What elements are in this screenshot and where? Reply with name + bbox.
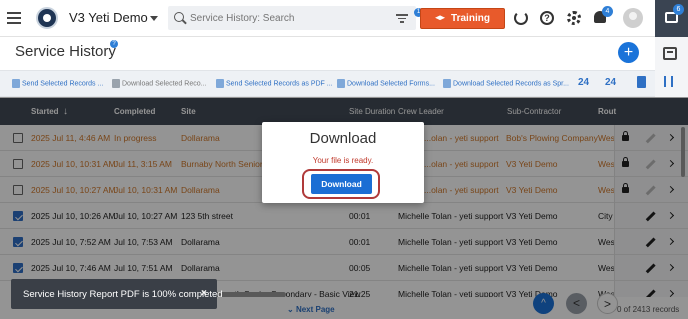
graduation-cap-icon (435, 15, 446, 21)
close-icon[interactable]: × (201, 288, 207, 299)
notification-count-badge: 4 (602, 6, 613, 17)
toast-message: Service History Report PDF is 100% compl… (23, 289, 223, 300)
search-icon (174, 12, 184, 22)
columns-icon[interactable] (664, 76, 673, 87)
filter-icon[interactable] (396, 14, 408, 23)
tool-label: Send Selected Records as PDF ... (226, 80, 333, 88)
chevron-down-icon[interactable] (150, 16, 158, 21)
download-records-spreadsheet-button[interactable]: Download Selected Records as Spr... (443, 79, 569, 88)
info-icon[interactable]: ? (110, 40, 118, 48)
help-icon[interactable]: ? (540, 11, 554, 25)
tool-label: Download Selected Records as Spr... (453, 80, 569, 88)
send-records-pdf-button[interactable]: Send Selected Records as PDF ... (216, 79, 333, 88)
app-title[interactable]: V3 Yeti Demo (69, 10, 148, 25)
calculator-icon[interactable] (663, 47, 677, 60)
dialog-title: Download (309, 130, 377, 147)
download-button[interactable]: Download (311, 174, 372, 194)
tool-label: Send Selected Records ... (22, 80, 104, 88)
chat-count-badge: 6 (673, 4, 684, 15)
avatar[interactable] (623, 8, 643, 28)
right-rail (655, 37, 688, 97)
refresh-icon[interactable] (514, 11, 528, 25)
page-title: Service History (15, 43, 116, 60)
company-logo (36, 7, 58, 29)
gear-icon[interactable] (567, 11, 581, 25)
spreadsheet-icon (443, 79, 451, 88)
forms-icon (337, 79, 345, 88)
toast-notification: Service History Report PDF is 100% compl… (11, 279, 223, 309)
toolbar: Send Selected Records ... Download Selec… (0, 70, 655, 97)
add-record-button[interactable]: + (618, 42, 639, 63)
pdf-icon[interactable] (637, 76, 646, 88)
training-label: Training (451, 13, 490, 24)
send-selected-records-button[interactable]: Send Selected Records ... (12, 79, 103, 88)
download-selected-forms-button[interactable]: Download Selected Forms... (337, 79, 435, 88)
download-icon (112, 79, 120, 88)
search-input[interactable] (190, 9, 380, 27)
tool-label: Download Selected Reco... (122, 80, 207, 88)
hamburger-menu-icon[interactable] (7, 12, 21, 24)
download-selected-records-button[interactable]: Download Selected Reco... (112, 79, 206, 88)
tool-label: Download Selected Forms... (347, 80, 435, 88)
download-dialog: Download Your file is ready. Download (262, 122, 424, 203)
email-icon (12, 79, 20, 88)
24h-history-icon[interactable]: 24 (605, 77, 616, 88)
24h-view-icon[interactable]: 24 (578, 77, 589, 88)
app-root: V3 Yeti Demo 1 Training ? 4 6 Service Hi… (0, 0, 688, 319)
email-pdf-icon (216, 79, 224, 88)
dialog-message: Your file is ready. (312, 156, 374, 165)
top-bar: V3 Yeti Demo 1 Training ? 4 6 (0, 0, 688, 37)
training-button[interactable]: Training (420, 8, 505, 29)
search-bar (168, 6, 416, 30)
